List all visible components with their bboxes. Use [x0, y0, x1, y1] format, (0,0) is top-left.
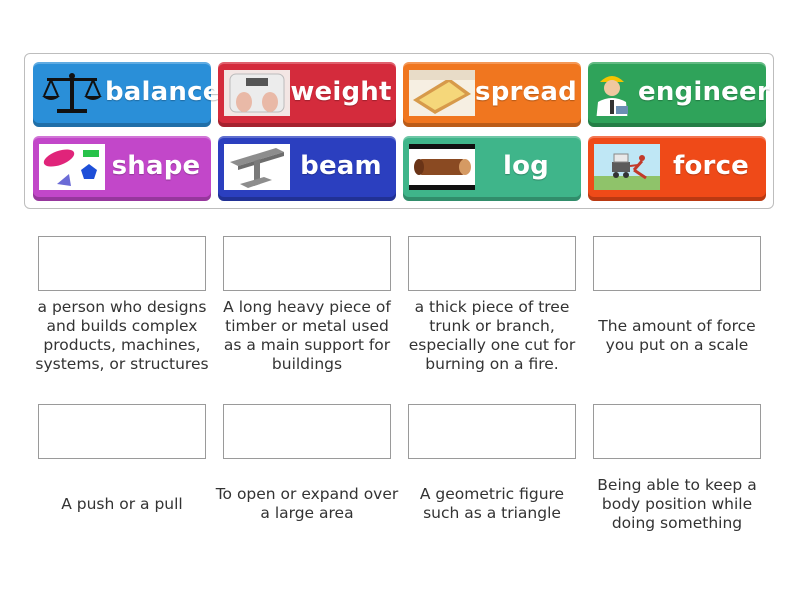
definition-4: The amount of force you put on a scale	[598, 317, 756, 354]
tile-label: shape	[111, 151, 201, 181]
drop-slot-1[interactable]	[38, 236, 206, 291]
tile-label: log	[503, 151, 549, 181]
tile-label: force	[672, 151, 750, 181]
definition-7: A geometric figure such as a triangle	[419, 485, 565, 522]
tile-balance[interactable]: balance	[33, 62, 221, 127]
shapes-icon	[39, 144, 105, 190]
wood-log-icon	[409, 144, 475, 190]
tile-beam[interactable]: beam	[218, 136, 396, 201]
tile-label: beam	[300, 151, 382, 181]
tile-label: engineer	[638, 77, 770, 107]
balance-scale-icon	[39, 70, 105, 116]
tile-force[interactable]: force	[588, 136, 766, 201]
definition-2: A long heavy piece of timber or metal us…	[223, 298, 391, 373]
definition-3: a thick piece of tree trunk or branch, e…	[408, 298, 576, 373]
drop-slot-8[interactable]	[593, 404, 761, 459]
tile-engineer[interactable]: engineer	[588, 62, 770, 127]
drop-slot-6[interactable]	[223, 404, 391, 459]
definition-1: a person who designs and builds complex …	[35, 298, 209, 373]
tile-shape[interactable]: shape	[33, 136, 211, 201]
drop-slot-7[interactable]	[408, 404, 576, 459]
drop-slot-2[interactable]	[223, 236, 391, 291]
tile-label: balance	[105, 77, 221, 107]
butter-toast-icon	[409, 70, 475, 116]
drop-slot-3[interactable]	[408, 236, 576, 291]
tile-label: weight	[290, 77, 392, 107]
engineer-person-icon	[592, 70, 632, 116]
tile-weight[interactable]: weight	[218, 62, 396, 127]
drop-slot-5[interactable]	[38, 404, 206, 459]
bathroom-scale-icon	[224, 70, 290, 116]
definition-5: A push or a pull	[61, 494, 183, 513]
steel-beam-icon	[224, 144, 290, 190]
push-cart-icon	[594, 144, 660, 190]
tile-log[interactable]: log	[403, 136, 581, 201]
tile-label: spread	[475, 77, 577, 107]
definition-8: Being able to keep a body position while…	[597, 475, 757, 532]
definition-6: To open or expand over a large area	[215, 485, 399, 522]
tile-spread[interactable]: spread	[403, 62, 581, 127]
drop-slot-4[interactable]	[593, 236, 761, 291]
